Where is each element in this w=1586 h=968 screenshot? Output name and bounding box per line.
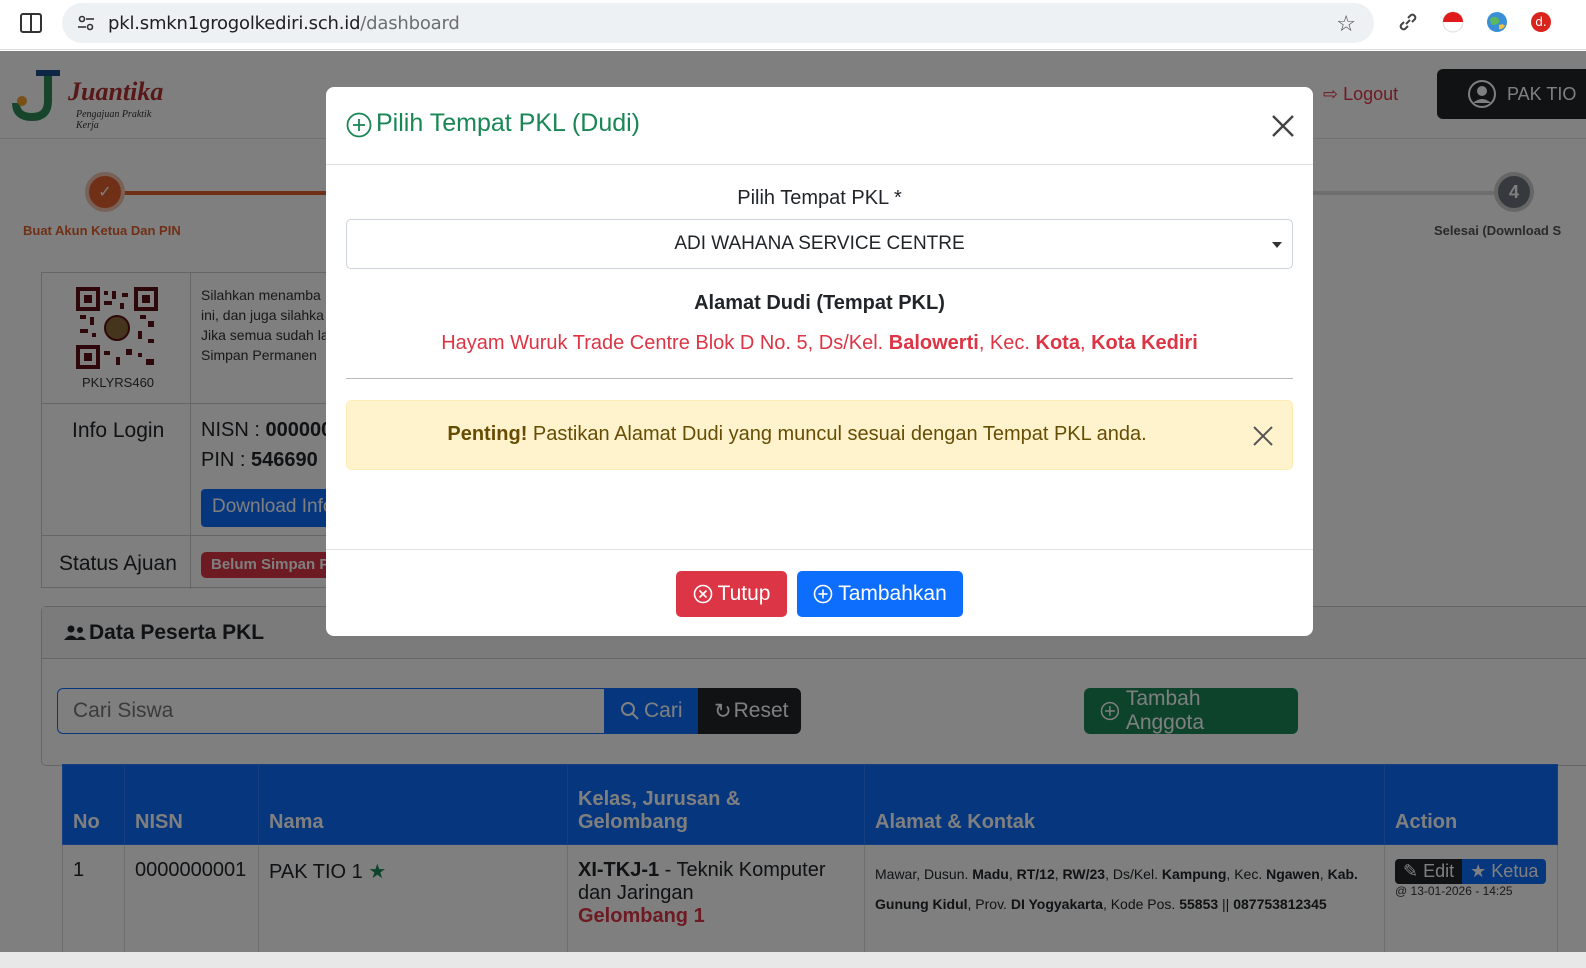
page-bottom-edge [0, 952, 1586, 968]
alert-message: Penting! Pastikan Alamat Dudi yang muncu… [347, 423, 1247, 446]
alamat-dudi-title: Alamat Dudi (Tempat PKL) [694, 292, 945, 314]
alamat-sep: , Kec. [978, 332, 1036, 354]
sidebar-toggle-icon[interactable] [18, 10, 44, 36]
alamat-dudi-text: Hayam Wuruk Trade Centre Blok D No. 5, D… [326, 332, 1313, 355]
alert-bold: Penting! [447, 423, 528, 445]
selected-dudi: ADI WAHANA SERVICE CENTRE [674, 233, 965, 254]
browser-toolbar: pkl.smkn1grogolkediri.sch.id/dashboard ☆… [0, 0, 1586, 50]
url-path: /dashboard [360, 13, 460, 34]
url-text: pkl.smkn1grogolkediri.sch.id/dashboard [108, 13, 460, 34]
tambahkan-button[interactable]: Tambahkan [797, 571, 963, 617]
tambahkan-label: Tambahkan [838, 582, 947, 605]
site-settings-icon[interactable] [76, 13, 96, 33]
tempat-pkl-select[interactable]: ADI WAHANA SERVICE CENTRE [346, 219, 1293, 269]
bookmark-star-icon[interactable]: ☆ [1336, 11, 1356, 37]
svg-text:d.: d. [1535, 15, 1546, 29]
alamat-kelurahan: Balowerti [888, 332, 979, 354]
close-icon[interactable] [1270, 113, 1296, 139]
plus-circle-icon [346, 112, 372, 138]
tempat-pkl-label: Pilih Tempat PKL * [737, 187, 902, 209]
modal-title: Pilih Tempat PKL (Dudi) [376, 109, 641, 137]
alamat-sep: , [1079, 332, 1092, 354]
globe-extension-icon[interactable] [1485, 10, 1509, 34]
close-icon[interactable] [1252, 425, 1274, 447]
profile-extension-icon[interactable]: d. [1529, 10, 1553, 34]
alamat-kecamatan: Kota [1035, 332, 1080, 354]
modal-footer: Tutup Tambahkan [326, 549, 1313, 636]
warning-alert: Penting! Pastikan Alamat Dudi yang muncu… [346, 400, 1293, 470]
link-extension-icon[interactable] [1396, 10, 1420, 34]
x-circle-icon [693, 584, 712, 604]
divider [346, 378, 1293, 379]
address-bar[interactable]: pkl.smkn1grogolkediri.sch.id/dashboard ☆ [62, 3, 1374, 43]
alamat-street: Hayam Wuruk Trade Centre Blok D No. 5, D… [441, 332, 889, 354]
plus-circle-icon [813, 584, 833, 604]
chevron-down-icon [1272, 242, 1282, 248]
modal-header: Pilih Tempat PKL (Dudi) [326, 87, 1313, 165]
url-host: pkl.smkn1grogolkediri.sch.id [108, 13, 361, 34]
alamat-kota: Kota Kediri [1091, 332, 1198, 354]
tutup-button[interactable]: Tutup [676, 571, 787, 617]
tutup-label: Tutup [717, 582, 771, 605]
pilih-tempat-pkl-modal: Pilih Tempat PKL (Dudi) Pilih Tempat PKL… [326, 87, 1313, 636]
indonesia-flag-extension-icon[interactable] [1441, 10, 1465, 34]
alert-body: Pastikan Alamat Dudi yang muncul sesuai … [527, 423, 1147, 445]
